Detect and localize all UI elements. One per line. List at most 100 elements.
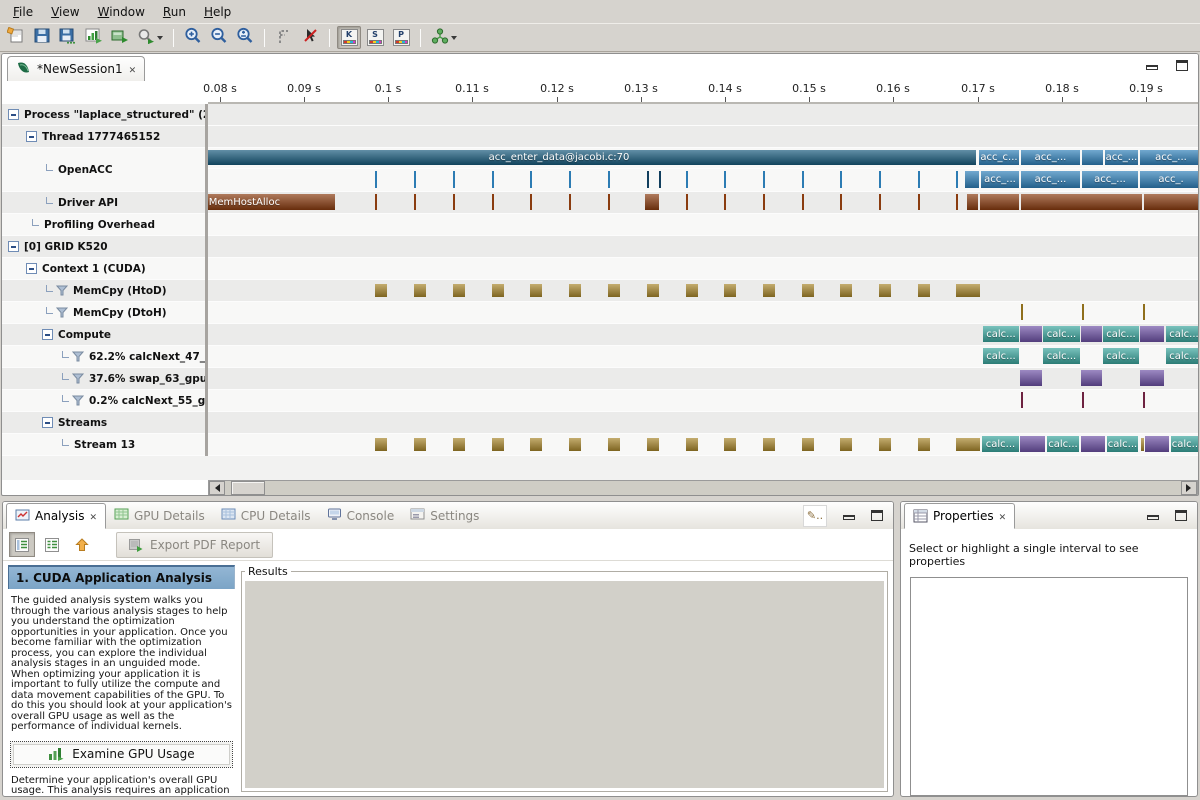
tree-item-memcpy-dtoh[interactable]: MemCpy (DtoH)	[2, 302, 205, 324]
timeline-event[interactable]	[840, 194, 842, 210]
menu-view[interactable]: View	[42, 2, 88, 22]
timeline-event[interactable]	[453, 171, 455, 188]
timeline-event[interactable]	[1082, 304, 1084, 320]
timeline-event[interactable]	[802, 171, 804, 188]
timeline-interval[interactable]	[1081, 436, 1105, 452]
timeline-interval[interactable]: acc_...	[1105, 150, 1138, 165]
timeline-interval[interactable]	[686, 284, 698, 297]
timeline-interval[interactable]	[1141, 438, 1144, 451]
scroll-left-button[interactable]	[209, 481, 225, 495]
collapse-toggle-icon[interactable]	[42, 329, 53, 340]
timeline-event[interactable]	[375, 194, 377, 210]
tab-console[interactable]: Console	[319, 502, 403, 529]
close-icon[interactable]	[89, 509, 97, 523]
timeline-interval[interactable]	[1081, 370, 1102, 386]
timeline-interval[interactable]	[879, 438, 891, 451]
tree-item-context-1[interactable]: Context 1 (CUDA)	[2, 258, 205, 280]
timeline-interval[interactable]: calc...	[1107, 436, 1138, 452]
timeline-interval[interactable]: acc_...	[1021, 150, 1080, 165]
timeline-event[interactable]	[763, 194, 765, 210]
menu-file[interactable]: File	[4, 2, 42, 22]
minimize-icon[interactable]	[1147, 515, 1159, 520]
timeline-event[interactable]	[802, 194, 804, 210]
timeline-interval[interactable]	[1021, 194, 1142, 210]
timeline-interval[interactable]	[1145, 436, 1169, 452]
timeline-interval[interactable]: acc_enter_data@jacobi.c:70	[208, 150, 976, 165]
timeline-event[interactable]	[879, 171, 881, 188]
tab-new-session[interactable]: *NewSession1	[7, 56, 145, 81]
timeline-event[interactable]	[659, 171, 661, 188]
maximize-icon[interactable]	[871, 510, 883, 521]
timeline-interval[interactable]: calc...	[1043, 348, 1080, 364]
tab-settings[interactable]: Settings	[402, 502, 487, 529]
timeline-interval[interactable]	[918, 438, 930, 451]
timeline-event[interactable]	[1143, 304, 1145, 320]
timeline-interval[interactable]	[1020, 436, 1045, 452]
timeline-event[interactable]	[569, 194, 571, 210]
tree-item-kernel-calcnext55[interactable]: 0.2% calcNext_55_g...	[2, 390, 205, 412]
timeline-interval[interactable]: calc...	[983, 326, 1019, 342]
collapse-toggle-icon[interactable]	[26, 263, 37, 274]
timeline-event[interactable]	[724, 194, 726, 210]
timeline-interval[interactable]: cuMemHostAlloc	[208, 194, 335, 210]
tree-item-openacc[interactable]: OpenACC	[2, 148, 205, 192]
timeline-interval[interactable]: calc...	[1043, 326, 1080, 342]
timeline-event[interactable]	[1143, 392, 1145, 408]
profile-application-button[interactable]	[134, 26, 166, 49]
timeline-event[interactable]	[530, 194, 532, 210]
timeline-interval[interactable]	[569, 438, 581, 451]
timeline-interval[interactable]	[763, 284, 775, 297]
timeline-event[interactable]	[608, 171, 610, 188]
unguided-analysis-mode-button[interactable]	[39, 532, 65, 557]
tree-item-grid-k520[interactable]: [0] GRID K520	[2, 236, 205, 258]
timeline-interval[interactable]: calc...	[1047, 436, 1079, 452]
zoom-out-button[interactable]	[207, 26, 231, 49]
timeline-interval[interactable]	[492, 284, 504, 297]
tree-item-driver-api[interactable]: Driver API	[2, 192, 205, 214]
collapse-toggle-icon[interactable]	[26, 131, 37, 142]
timeline-event[interactable]	[414, 171, 416, 188]
timeline-interval[interactable]	[375, 284, 387, 297]
save-button[interactable]	[30, 26, 54, 49]
tab-properties[interactable]: Properties	[904, 503, 1015, 529]
timeline-interval[interactable]	[840, 438, 852, 451]
marker-mode-button[interactable]	[272, 26, 296, 49]
timeline-interval[interactable]	[840, 284, 852, 297]
timeline-interval[interactable]	[375, 438, 387, 451]
timeline-interval[interactable]	[686, 438, 698, 451]
maximize-icon[interactable]	[1176, 60, 1188, 71]
timeline-event[interactable]	[724, 171, 726, 188]
process-coloring-button[interactable]: P	[389, 26, 413, 49]
timeline-interval[interactable]	[1140, 326, 1164, 342]
timeline-interval[interactable]	[802, 438, 814, 451]
timeline-event[interactable]	[492, 194, 494, 210]
kernel-coloring-button[interactable]: K	[337, 26, 361, 49]
timeline-event[interactable]	[453, 194, 455, 210]
timeline-event[interactable]	[840, 171, 842, 188]
run-application-button[interactable]	[108, 26, 132, 49]
tab-cpu-details[interactable]: CPU Details	[213, 502, 319, 529]
timeline-interval[interactable]	[1081, 326, 1102, 342]
timeline-event[interactable]	[492, 171, 494, 188]
export-pdf-button[interactable]: Export PDF Report	[116, 532, 273, 558]
timeline-interval[interactable]	[569, 284, 581, 297]
minimize-icon[interactable]	[843, 515, 855, 520]
timeline-event[interactable]	[608, 194, 610, 210]
timeline-event[interactable]	[918, 171, 920, 188]
examine-gpu-usage-button[interactable]: Examine GPU Usage	[10, 741, 233, 768]
timeline-interval[interactable]	[453, 284, 465, 297]
menu-window[interactable]: Window	[89, 2, 154, 22]
timeline-event[interactable]	[956, 171, 958, 188]
close-icon[interactable]	[129, 62, 137, 76]
zoom-in-button[interactable]	[181, 26, 205, 49]
timeline-interval[interactable]	[1144, 194, 1198, 210]
timeline-interval[interactable]: acc_...	[1140, 150, 1198, 165]
timeline-event[interactable]	[375, 171, 377, 188]
selection-mode-button[interactable]	[298, 26, 322, 49]
tree-item-process[interactable]: Process "laplace_structured" (214)	[2, 104, 205, 126]
timeline-event[interactable]	[956, 194, 958, 210]
timeline-interval[interactable]	[414, 284, 426, 297]
timeline-interval[interactable]: calc...	[983, 348, 1019, 364]
tree-item-memcpy-htod[interactable]: MemCpy (HtoD)	[2, 280, 205, 302]
menu-help[interactable]: Help	[195, 2, 240, 22]
